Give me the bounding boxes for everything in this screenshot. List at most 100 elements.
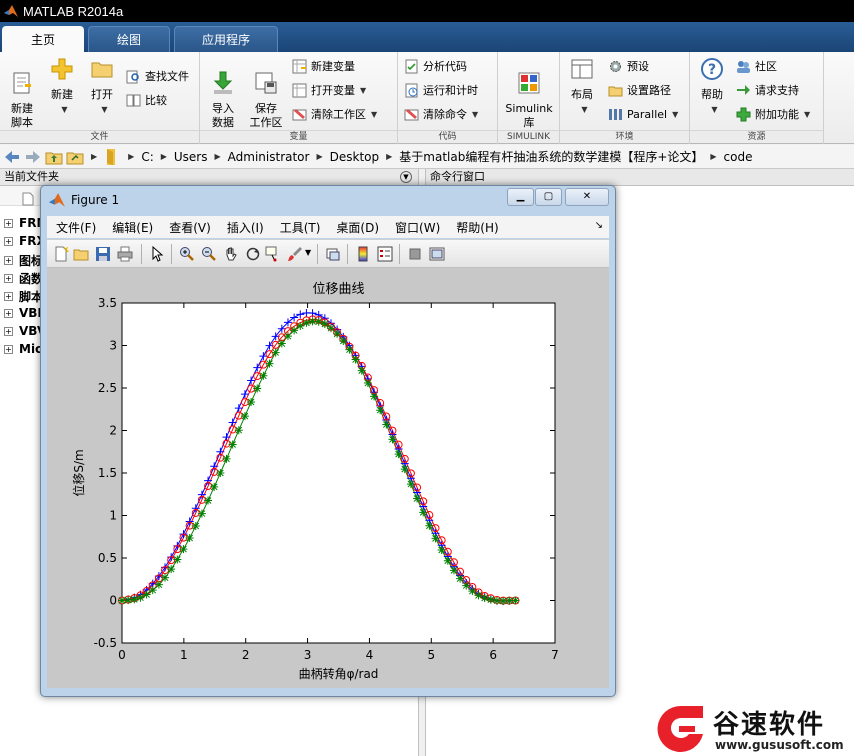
find-files-button[interactable]: 查找文件 bbox=[126, 66, 189, 86]
browse-folder-icon[interactable] bbox=[66, 148, 84, 166]
new-figure-icon[interactable] bbox=[53, 246, 69, 262]
asterisk-marker bbox=[210, 482, 219, 491]
y-tick-label: -0.5 bbox=[94, 636, 117, 650]
run-and-time-button[interactable]: 运行和计时 bbox=[404, 80, 478, 100]
figure-canvas[interactable]: 01234567 -0.5 0 0.5 1 1.5 2 2.5 3 3.5 位移曲线 曲柄转角φ… bbox=[47, 268, 609, 688]
pointer-arrow-icon[interactable] bbox=[149, 246, 165, 262]
request-support-button[interactable]: 请求支持 bbox=[736, 80, 799, 100]
print-icon[interactable] bbox=[117, 246, 133, 262]
new-variable-button[interactable]: 新建变量 bbox=[292, 56, 355, 76]
brush-icon[interactable] bbox=[287, 246, 303, 262]
menu-help[interactable]: 帮助(H) bbox=[456, 219, 498, 236]
clear-commands-button[interactable]: 清除命令 ▼ bbox=[404, 104, 478, 124]
asterisk-marker bbox=[437, 545, 446, 554]
menu-insert[interactable]: 插入(I) bbox=[227, 219, 264, 236]
chevron-down-icon: ▼ bbox=[472, 109, 479, 119]
expand-plus-icon[interactable]: + bbox=[4, 308, 13, 318]
clear-workspace-button[interactable]: 清除工作区 ▼ bbox=[292, 104, 377, 124]
data-cursor-icon[interactable] bbox=[265, 246, 281, 262]
breadcrumb-code[interactable]: code bbox=[724, 150, 753, 164]
dock-arrow-icon[interactable]: ↘ bbox=[595, 220, 603, 231]
group-code: 分析代码 运行和计时 清除命令 ▼ 代码 bbox=[398, 52, 498, 144]
expand-plus-icon[interactable]: + bbox=[4, 218, 13, 228]
minimize-button[interactable]: ▁ bbox=[507, 188, 534, 206]
open-file-icon[interactable] bbox=[73, 246, 89, 262]
legend-icon[interactable] bbox=[377, 246, 393, 262]
community-button[interactable]: 社区 bbox=[736, 56, 777, 76]
asterisk-marker bbox=[449, 566, 458, 575]
menu-edit[interactable]: 编辑(E) bbox=[112, 219, 153, 236]
group-simulink: Simulink 库 SIMULINK bbox=[498, 52, 560, 144]
folder-item[interactable]: + 脚本 bbox=[4, 288, 43, 305]
chevron-down-icon: ▼ bbox=[61, 105, 68, 114]
set-path-button[interactable]: 设置路径 bbox=[608, 80, 671, 100]
link-plot-icon[interactable] bbox=[325, 246, 341, 262]
asterisk-marker bbox=[154, 580, 163, 589]
show-plot-tools-icon[interactable] bbox=[429, 246, 445, 262]
open-variable-button[interactable]: 打开变量 ▼ bbox=[292, 80, 366, 100]
colorbar-icon[interactable] bbox=[355, 246, 371, 262]
asterisk-marker bbox=[283, 332, 292, 341]
brush-dropdown-chevron-icon[interactable]: ▼ bbox=[305, 248, 311, 257]
expand-plus-icon[interactable]: + bbox=[4, 236, 13, 246]
current-folder-title: 当前文件夹 bbox=[4, 170, 59, 183]
maximize-button[interactable]: ▢ bbox=[535, 188, 562, 206]
menu-window[interactable]: 窗口(W) bbox=[395, 219, 440, 236]
folder-item[interactable]: + Mic bbox=[4, 342, 42, 356]
asterisk-marker bbox=[388, 435, 397, 444]
breadcrumb-c[interactable]: C: bbox=[141, 150, 153, 164]
expand-plus-icon[interactable]: + bbox=[4, 292, 13, 301]
addons-button[interactable]: 附加功能 ▼ bbox=[736, 104, 810, 124]
group-label-environment: 环境 bbox=[560, 130, 689, 143]
help-button[interactable]: ? 帮助 ▼ bbox=[694, 56, 730, 117]
new-label: 新建 bbox=[51, 88, 73, 101]
breadcrumb-users[interactable]: Users bbox=[174, 150, 208, 164]
folder-item[interactable]: + 函数 bbox=[4, 270, 43, 287]
open-button[interactable]: 打开 ▼ bbox=[84, 56, 120, 117]
tab-plots[interactable]: 绘图 bbox=[88, 26, 170, 52]
menu-desktop[interactable]: 桌面(D) bbox=[336, 219, 379, 236]
hide-plot-tools-icon[interactable] bbox=[407, 246, 423, 262]
new-script-button[interactable]: 新建 脚本 bbox=[4, 56, 40, 130]
breadcrumb-administrator[interactable]: Administrator bbox=[228, 150, 310, 164]
up-folder-icon[interactable] bbox=[45, 148, 63, 166]
preferences-button[interactable]: 预设 bbox=[608, 56, 649, 76]
menu-tools[interactable]: 工具(T) bbox=[280, 219, 321, 236]
menu-file[interactable]: 文件(F) bbox=[56, 219, 96, 236]
svg-text:?: ? bbox=[708, 62, 716, 78]
asterisk-marker bbox=[468, 587, 477, 596]
expand-plus-icon[interactable]: + bbox=[4, 344, 13, 354]
folder-item[interactable]: + 图标 bbox=[4, 252, 43, 269]
zoom-out-icon[interactable] bbox=[201, 246, 217, 262]
zoom-in-icon[interactable] bbox=[179, 246, 195, 262]
breadcrumb-desktop[interactable]: Desktop bbox=[330, 150, 380, 164]
compare-button[interactable]: 比较 bbox=[126, 90, 167, 110]
expand-plus-icon[interactable]: + bbox=[4, 326, 13, 336]
breadcrumb-project-folder[interactable]: 基于matlab编程有杆抽油系统的数学建模【程序+论文】 bbox=[399, 148, 703, 165]
pan-hand-icon[interactable] bbox=[223, 246, 239, 262]
save-workspace-button[interactable]: 保存 工作区 bbox=[246, 56, 286, 130]
new-button[interactable]: 新建 ▼ bbox=[44, 56, 80, 117]
back-arrow-icon[interactable] bbox=[3, 148, 21, 166]
clear-commands-label: 清除命令 bbox=[423, 108, 467, 121]
menu-view[interactable]: 查看(V) bbox=[169, 219, 211, 236]
forward-arrow-icon[interactable] bbox=[24, 148, 42, 166]
tab-home[interactable]: 主页 bbox=[2, 26, 84, 52]
tab-apps[interactable]: 应用程序 bbox=[174, 26, 278, 52]
asterisk-marker bbox=[443, 556, 452, 565]
panel-menu-chevron-icon[interactable]: ▼ bbox=[400, 171, 412, 183]
x-tick-label: 7 bbox=[551, 648, 559, 662]
import-data-button[interactable]: 导入 数据 bbox=[204, 56, 242, 130]
expand-plus-icon[interactable]: + bbox=[4, 274, 13, 283]
request-support-label: 请求支持 bbox=[755, 84, 799, 97]
layout-button[interactable]: 布局 ▼ bbox=[564, 56, 600, 117]
parallel-button[interactable]: Parallel ▼ bbox=[608, 104, 678, 124]
rotate-3d-icon[interactable] bbox=[245, 246, 261, 262]
save-workspace-icon bbox=[255, 72, 277, 94]
command-window-title: 命令行窗口 bbox=[430, 170, 485, 183]
analyze-code-button[interactable]: 分析代码 bbox=[404, 56, 467, 76]
close-button[interactable]: ✕ bbox=[565, 188, 609, 206]
save-icon[interactable] bbox=[95, 246, 111, 262]
simulink-library-button[interactable]: Simulink 库 bbox=[502, 56, 556, 130]
expand-plus-icon[interactable]: + bbox=[4, 256, 13, 265]
